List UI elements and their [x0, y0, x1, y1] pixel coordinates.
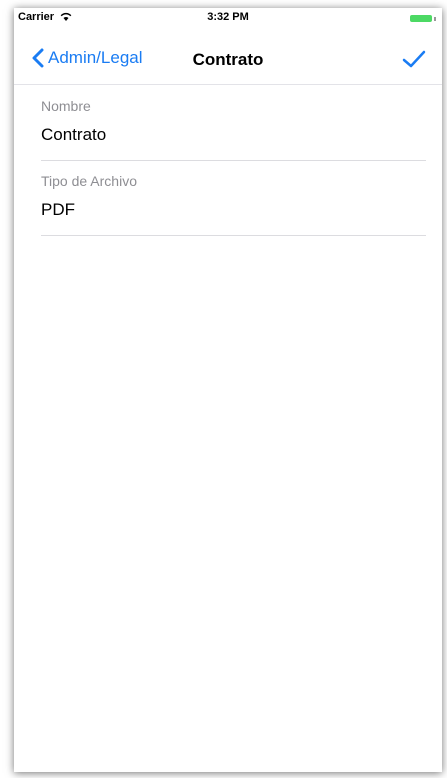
page-title: Contrato: [192, 50, 264, 69]
file-type-field-label: Tipo de Archivo: [41, 173, 137, 189]
checkmark-icon[interactable]: [402, 49, 426, 69]
file-type-field-value[interactable]: PDF: [41, 200, 75, 220]
detail-form: Nombre Contrato Tipo de Archivo PDF: [41, 98, 426, 248]
battery-tip: [434, 16, 436, 21]
name-field-value[interactable]: Contrato: [41, 125, 106, 145]
file-type-field[interactable]: Tipo de Archivo PDF: [41, 173, 426, 236]
battery-icon: [410, 15, 436, 22]
battery-level: [410, 15, 432, 22]
status-bar: Carrier 3:32 PM: [14, 8, 442, 28]
name-field-label: Nombre: [41, 98, 91, 114]
phone-screen: Carrier 3:32 PM Admin/Legal Contrato Nom…: [14, 8, 442, 772]
navigation-bar: Admin/Legal Contrato: [14, 40, 442, 85]
status-time: 3:32 PM: [207, 11, 249, 23]
name-field[interactable]: Nombre Contrato: [41, 98, 426, 161]
